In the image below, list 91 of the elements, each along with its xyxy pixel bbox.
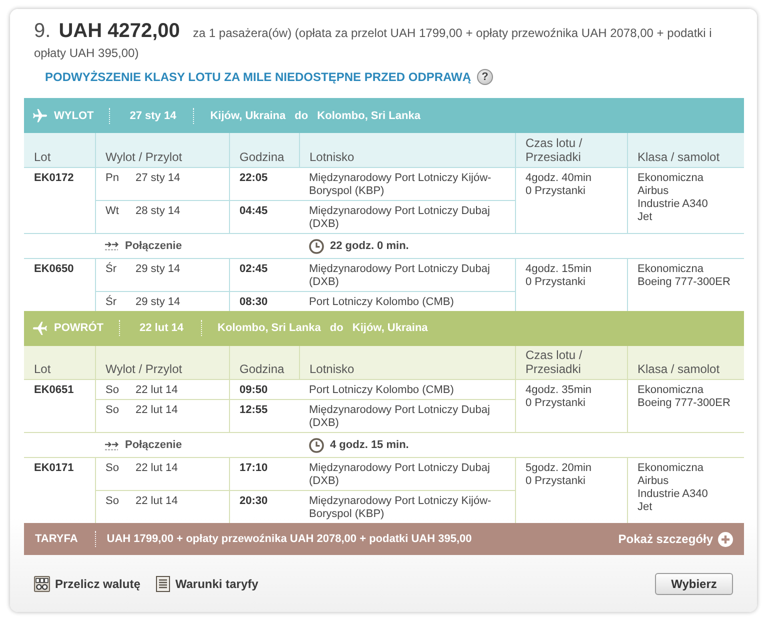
currency-converter-link[interactable]: Przelicz walutę (34, 576, 140, 592)
column-header: Lotnisko (299, 133, 515, 167)
airport-name: Międzynarodowy Port Lotniczy Dubaj (DXB) (309, 262, 490, 288)
layover-duration: 22 godz. 0 min. (330, 240, 409, 252)
cabin-class: Ekonomiczna (638, 172, 704, 184)
flight-time: 02:45 (240, 262, 268, 274)
aircraft-name: Airbus Industrie A340 Jet (638, 184, 708, 224)
flight-date: 22 lut 14 (136, 495, 178, 507)
flight-time: 17:10 (240, 462, 268, 474)
airplane-icon (33, 321, 47, 335)
weekday-label: So (106, 384, 119, 396)
leg-date: 22 lut 14 (140, 322, 184, 334)
column-header: Czas lotu / Przesiadki (515, 346, 627, 380)
plus-icon (718, 532, 733, 546)
weekday-label: Śr (106, 296, 116, 308)
airport-name: Międzynarodowy Port Lotniczy Dubaj (DXB) (309, 462, 490, 487)
double-arrow-icon (105, 241, 119, 251)
fare-breakdown: UAH 1799,00 + opłaty przewoźnika UAH 2078,00 + podatki UAH 395,00 (106, 533, 472, 545)
airport-name: Port Lotniczy Kolombo (CMB) (309, 296, 454, 308)
flight-time: 20:30 (240, 495, 268, 507)
fare-label: TARYFA (35, 533, 78, 545)
connection-label: Połączenie (125, 439, 182, 452)
select-button[interactable]: Wybierz (655, 573, 733, 595)
flight-time: 08:30 (240, 296, 268, 308)
flight-date: 28 sty 14 (136, 204, 180, 216)
flight-number: EK0171 (34, 462, 74, 474)
weekday-label: So (106, 462, 119, 474)
layover-duration: 4 godz. 15 min. (330, 439, 409, 452)
column-header: Godzina (229, 346, 299, 380)
help-icon[interactable]: ? (477, 69, 494, 85)
stops-count: 0 Przystanki (526, 475, 586, 488)
flight-time: 12:55 (240, 404, 268, 416)
weekday-label: So (106, 495, 119, 507)
airport-name: Międzynarodowy Port Lotniczy Kijów-Boryspol (KBP) (309, 172, 492, 196)
airport-name: Międzynarodowy Port Lotniczy Kijów-Boryspol (KBP) (309, 495, 492, 520)
cabin-class: Ekonomiczna (638, 462, 704, 475)
weekday-label: Śr (106, 262, 116, 274)
stops-count: 0 Przystanki (526, 276, 586, 288)
column-header: Czas lotu / Przesiadki (515, 133, 627, 167)
column-header: Wylot / Przylot (95, 133, 229, 167)
document-icon (156, 576, 170, 592)
airport-name: Międzynarodowy Port Lotniczy Dubaj (DXB) (309, 204, 490, 230)
route-text: Kijów, Ukraina do Kolombo, Sri Lanka (210, 110, 420, 122)
flight-time: 09:50 (240, 384, 268, 396)
aircraft-name: Boeing 777-300ER (638, 276, 730, 288)
column-header: Klasa / samolot (627, 133, 744, 167)
weekday-label: So (106, 404, 119, 416)
leg-date: 27 sty 14 (130, 110, 176, 122)
flight-duration: 5godz. 20min (526, 462, 592, 475)
direction-label: POWRÓT (54, 322, 104, 334)
clock-icon (309, 438, 324, 453)
airplane-icon (33, 108, 47, 122)
weekday-label: Pn (106, 172, 119, 184)
stops-count: 0 Przystanki (526, 397, 586, 410)
weekday-label: Wt (106, 204, 119, 216)
connection-label: Połączenie (125, 240, 182, 252)
price-summary: 9. UAH 4272,00 za 1 pasażera(ów) (opłata za przelot UAH 1799,00 + opłaty przewoźnika UAH 2078,00 + podatki i opłaty UAH 395,00) (34, 21, 713, 62)
flight-number: EK0650 (34, 262, 74, 274)
flight-time: 22:05 (240, 172, 268, 184)
column-header: Lot (24, 346, 95, 380)
calculator-icon (34, 576, 50, 592)
aircraft-name: Airbus Industrie A340 Jet (638, 475, 708, 514)
clock-icon (309, 238, 324, 254)
airport-name: Port Lotniczy Kolombo (CMB) (309, 384, 454, 396)
flight-time: 04:45 (240, 204, 268, 216)
upgrade-notice: PODWYŻSZENIE KLASY LOTU ZA MILE NIEDOSTĘPNE PRZED ODPRAWĄ (45, 69, 472, 85)
flight-duration: 4godz. 35min (526, 384, 592, 397)
direction-label: WYLOT (54, 110, 94, 122)
stops-count: 0 Przystanki (526, 184, 586, 198)
flight-number: EK0172 (34, 172, 74, 184)
cabin-class: Ekonomiczna (638, 262, 704, 276)
fare-rules-link[interactable]: Warunki taryfy (156, 576, 258, 592)
column-header: Wylot / Przylot (95, 346, 229, 380)
column-header: Klasa / samolot (627, 346, 744, 380)
flight-duration: 4godz. 15min (526, 262, 592, 276)
flight-date: 29 sty 14 (136, 262, 180, 274)
column-header: Godzina (229, 133, 299, 167)
double-arrow-icon (105, 440, 119, 450)
flight-date: 29 sty 14 (136, 296, 180, 308)
flight-date: 22 lut 14 (136, 462, 178, 474)
flight-duration: 4godz. 40min (526, 172, 592, 184)
airport-name: Międzynarodowy Port Lotniczy Dubaj (DXB) (309, 404, 490, 429)
flight-date: 22 lut 14 (136, 384, 178, 396)
column-header: Lotnisko (299, 346, 515, 380)
flight-date: 22 lut 14 (136, 404, 178, 416)
aircraft-name: Boeing 777-300ER (638, 397, 730, 410)
flight-date: 27 sty 14 (136, 172, 180, 184)
cabin-class: Ekonomiczna (638, 384, 704, 397)
column-header: Lot (24, 133, 95, 167)
flight-number: EK0651 (34, 384, 74, 396)
route-text: Kolombo, Sri Lanka do Kijów, Ukraina (218, 322, 428, 334)
